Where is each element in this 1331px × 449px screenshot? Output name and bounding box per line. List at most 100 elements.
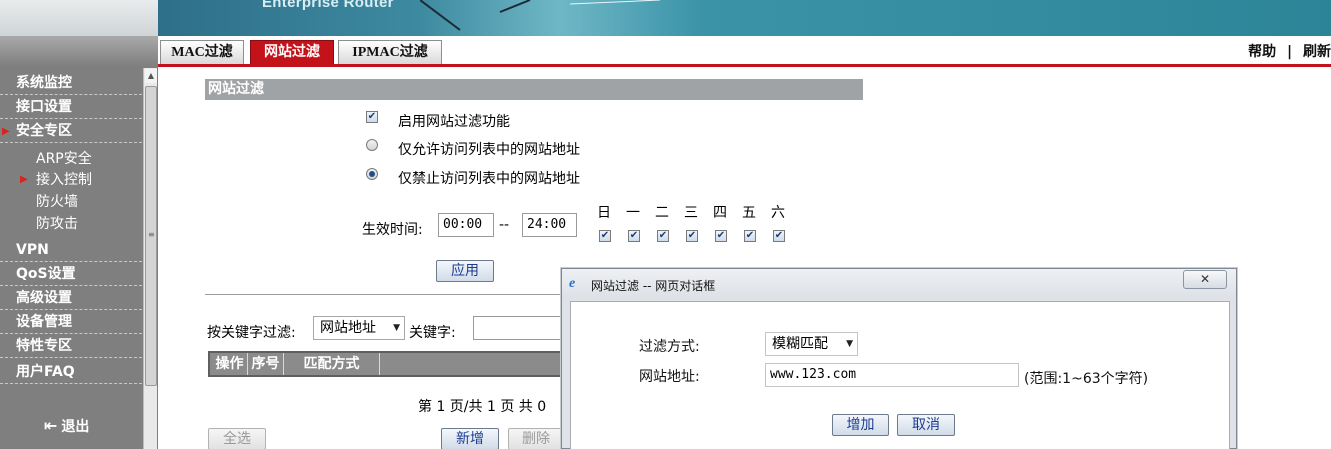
tab-underline	[158, 64, 1331, 67]
day-label-thu: 四	[713, 205, 727, 221]
delete-button[interactable]: 删除	[508, 428, 564, 449]
triangle-right-icon: ▶	[2, 126, 10, 137]
refresh-link[interactable]: 刷新	[1303, 44, 1331, 60]
sidebar-item-advanced-settings[interactable]: 高级设置	[0, 287, 142, 310]
logout-label: 退出	[61, 419, 90, 435]
section-divider	[205, 294, 565, 295]
sidebar-subitem-anti-attack[interactable]: 防攻击	[36, 214, 78, 234]
keyword-label: 关键字:	[409, 325, 456, 341]
table-header-cell: 操作	[212, 353, 248, 375]
sidebar-item-features[interactable]: 特性专区	[0, 335, 142, 358]
range-hint: (范围:1~63个字符)	[1024, 371, 1149, 387]
allow-list-label: 仅允许访问列表中的网站地址	[398, 142, 580, 158]
tab-bar: MAC过滤 网站过滤 IPMAC过滤 帮助 | 刷新	[158, 36, 1331, 67]
scrollbar-thumb[interactable]: ≡	[145, 86, 157, 386]
sidebar-subitem-firewall[interactable]: 防火墙	[36, 192, 78, 212]
filter-method-value: 模糊匹配	[772, 336, 828, 352]
website-address-label: 网站地址:	[639, 369, 700, 385]
chevron-down-icon: ▼	[393, 323, 400, 333]
sidebar-subitem-label: 接入控制	[36, 172, 92, 188]
day-checkbox-tue[interactable]: ✔	[657, 230, 669, 242]
logout-icon: ⇤	[44, 416, 58, 435]
sidebar-item-label: 特性专区	[16, 338, 72, 354]
tab-ipmac-filter[interactable]: IPMAC过滤	[338, 40, 442, 65]
add-button[interactable]: 增加	[832, 414, 889, 436]
sidebar-subitem-access-control[interactable]: ▶ 接入控制	[20, 170, 92, 190]
table-header: 操作 序号 匹配方式	[208, 351, 568, 377]
day-label-wed: 三	[684, 205, 698, 221]
top-banner: Enterprise Router	[0, 0, 1331, 36]
allow-list-radio[interactable]	[366, 139, 378, 151]
cancel-button[interactable]: 取消	[897, 414, 955, 436]
tab-website-filter[interactable]: 网站过滤	[250, 40, 334, 65]
effective-time-label: 生效时间:	[362, 222, 423, 238]
time-end-input[interactable]: 24:00	[522, 213, 577, 237]
close-button[interactable]: ✕	[1183, 270, 1227, 289]
section-title: 网站过滤	[205, 79, 863, 100]
sidebar-item-label: 高级设置	[16, 290, 72, 306]
time-separator: --	[499, 217, 510, 233]
sidebar-item-device-management[interactable]: 设备管理	[0, 311, 142, 334]
sidebar-item-label: 系统监控	[16, 75, 72, 91]
sidebar-item-qos[interactable]: QoS设置	[0, 263, 142, 286]
sidebar-subitem-label: ARP安全	[36, 151, 92, 167]
time-start-input[interactable]: 00:00	[438, 213, 494, 237]
keyword-input[interactable]	[473, 316, 568, 340]
filter-method-label: 过滤方式:	[639, 339, 700, 355]
sidebar-item-security-zone[interactable]: ▶ 安全专区	[0, 120, 142, 143]
toplinks-separator: |	[1287, 44, 1293, 60]
day-checkbox-sat[interactable]: ✔	[773, 230, 785, 242]
day-checkbox-mon[interactable]: ✔	[628, 230, 640, 242]
scroll-up-arrow-icon[interactable]: ▲	[145, 69, 157, 83]
dialog-titlebar[interactable]: e 网站过滤 -- 网页对话框 ✕	[562, 269, 1236, 299]
website-address-input[interactable]: www.123.com	[765, 363, 1019, 387]
tab-mac-filter[interactable]: MAC过滤	[160, 40, 244, 65]
sidebar-item-vpn[interactable]: VPN	[0, 239, 142, 262]
sidebar-subitem-arp-security[interactable]: ARP安全	[36, 149, 92, 169]
sidebar-item-label: VPN	[16, 242, 49, 258]
sidebar: 系统监控 接口设置 ▶ 安全专区 ARP安全 ▶ 接入控制 防火墙 防攻击 VP…	[0, 36, 158, 449]
day-label-mon: 一	[626, 205, 640, 221]
day-checkbox-wed[interactable]: ✔	[686, 230, 698, 242]
filter-field-select[interactable]: 网站地址 ▼	[313, 316, 405, 340]
day-checkbox-sun[interactable]: ✔	[599, 230, 611, 242]
sidebar-item-user-faq[interactable]: 用户FAQ	[0, 361, 142, 384]
table-header-cell: 序号	[248, 353, 284, 375]
day-checkbox-fri[interactable]: ✔	[744, 230, 756, 242]
filter-field-value: 网站地址	[320, 320, 376, 336]
logout-button[interactable]: ⇤ 退出	[44, 416, 89, 436]
dialog-body: 过滤方式: 模糊匹配 ▼ 网站地址: www.123.com (范围:1~63个…	[570, 301, 1230, 449]
website-filter-dialog: e 网站过滤 -- 网页对话框 ✕ 过滤方式: 模糊匹配 ▼ 网站地址: www…	[561, 268, 1237, 449]
tab-label: MAC过滤	[171, 45, 233, 60]
deny-list-label: 仅禁止访问列表中的网站地址	[398, 171, 580, 187]
day-label-fri: 五	[742, 205, 756, 221]
sidebar-subitem-label: 防火墙	[36, 194, 78, 210]
sidebar-item-system-monitor[interactable]: 系统监控	[0, 72, 142, 95]
top-links: 帮助 | 刷新	[1242, 41, 1331, 61]
sidebar-item-label: 安全专区	[16, 123, 72, 139]
help-link[interactable]: 帮助	[1248, 44, 1276, 60]
add-new-button[interactable]: 新增	[441, 428, 499, 449]
day-checkbox-thu[interactable]: ✔	[715, 230, 727, 242]
sidebar-shade	[0, 36, 158, 66]
day-label-sun: 日	[597, 205, 611, 221]
sidebar-item-label: QoS设置	[16, 266, 76, 282]
sidebar-item-label: 接口设置	[16, 99, 72, 115]
tab-label: 网站过滤	[264, 45, 320, 60]
close-icon: ✕	[1199, 272, 1211, 286]
filter-method-select[interactable]: 模糊匹配 ▼	[765, 332, 858, 356]
ie-icon: e	[569, 276, 576, 291]
deny-list-radio[interactable]	[366, 168, 378, 180]
day-label-tue: 二	[655, 205, 669, 221]
table-header-cell: 匹配方式	[284, 353, 380, 375]
keyword-filter-label: 按关键字过滤:	[207, 325, 296, 341]
select-all-button[interactable]: 全选	[208, 428, 266, 449]
pagination-text: 第 1 页/共 1 页 共 0	[418, 399, 547, 415]
dialog-title: 网站过滤 -- 网页对话框	[591, 279, 716, 293]
apply-button[interactable]: 应用	[436, 260, 494, 282]
sidebar-item-interface-settings[interactable]: 接口设置	[0, 96, 142, 119]
enable-filter-checkbox[interactable]: ✔	[366, 111, 378, 123]
sidebar-item-label: 设备管理	[16, 314, 72, 330]
banner-decoration	[420, 0, 661, 31]
sidebar-scrollbar[interactable]: ▲ ≡	[143, 68, 157, 449]
